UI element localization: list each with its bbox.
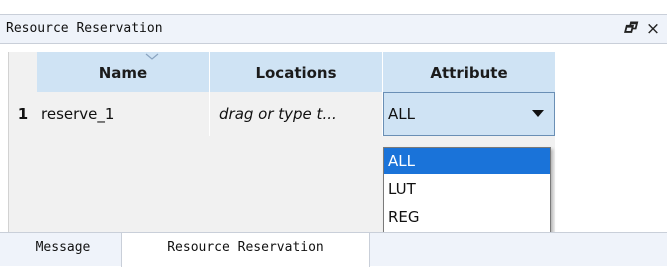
close-icon[interactable]: × — [644, 19, 662, 39]
dropdown-option-lut[interactable]: LUT — [384, 176, 550, 202]
table-row[interactable]: 1 reserve_1 drag or type t... ALL — [9, 92, 556, 136]
table-corner — [9, 52, 37, 92]
column-header-label: Attribute — [430, 64, 508, 82]
tab-message[interactable]: Message — [18, 233, 108, 267]
resource-reservation-panel: Resource Reservation 🗗 × Name Locations … — [0, 0, 667, 267]
dropdown-option-all[interactable]: ALL — [384, 148, 550, 174]
sort-indicator-icon — [145, 53, 159, 60]
bottom-tab-bar: Message Resource Reservation — [0, 232, 667, 267]
column-header-locations[interactable]: Locations — [210, 52, 383, 92]
column-header-label: Locations — [255, 64, 337, 82]
row-number[interactable]: 1 — [9, 92, 37, 136]
panel-titlebar[interactable]: Resource Reservation 🗗 × — [0, 14, 667, 44]
column-header-name[interactable]: Name — [37, 52, 210, 92]
column-header-label: Name — [98, 64, 148, 82]
attribute-select[interactable]: ALL — [383, 92, 555, 136]
panel-body: Name Locations Attribute 1 reserve_1 dra… — [0, 45, 667, 232]
attribute-value: ALL — [388, 105, 415, 123]
attribute-dropdown-list: ALL LUT REG — [383, 147, 551, 233]
column-header-attribute[interactable]: Attribute — [383, 52, 555, 92]
locations-cell[interactable]: drag or type t... — [210, 92, 383, 136]
dropdown-option-reg[interactable]: REG — [384, 204, 550, 230]
name-cell[interactable]: reserve_1 — [37, 92, 210, 136]
chevron-down-icon[interactable] — [532, 110, 544, 118]
tab-resource-reservation[interactable]: Resource Reservation — [121, 233, 370, 267]
restore-window-icon[interactable]: 🗗 — [621, 19, 639, 39]
top-strip — [0, 0, 667, 14]
panel-title: Resource Reservation — [6, 21, 163, 36]
